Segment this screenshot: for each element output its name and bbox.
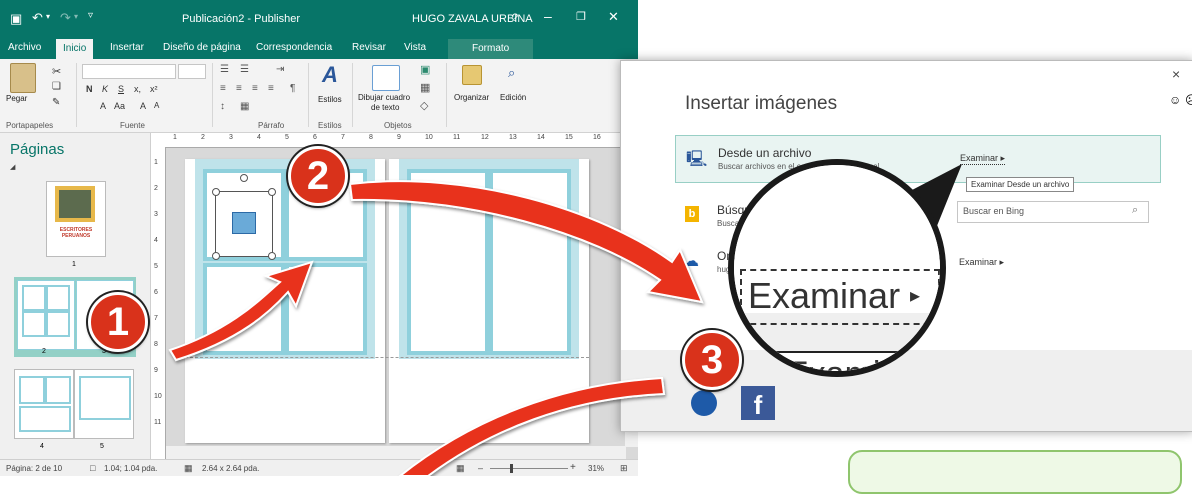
arrow-step1-to-frame <box>168 260 314 362</box>
note-box <box>848 450 1182 494</box>
magnified-caret-icon: ▸ <box>910 285 921 307</box>
magnifier-zoom: Examinar ▸ Exami <box>728 159 946 377</box>
annotation-arrows <box>168 164 962 476</box>
arrow-step3-lower <box>398 376 666 476</box>
step-badge-1: 1 <box>88 292 148 352</box>
magnified-browse-button[interactable]: Examinar ▸ <box>740 269 940 325</box>
step-badge-3: 3 <box>682 330 742 390</box>
step-badge-2: 2 <box>288 146 348 206</box>
arrow-step2-to-dialog <box>348 180 704 304</box>
magnified-browse-text: Examinar <box>748 275 901 316</box>
